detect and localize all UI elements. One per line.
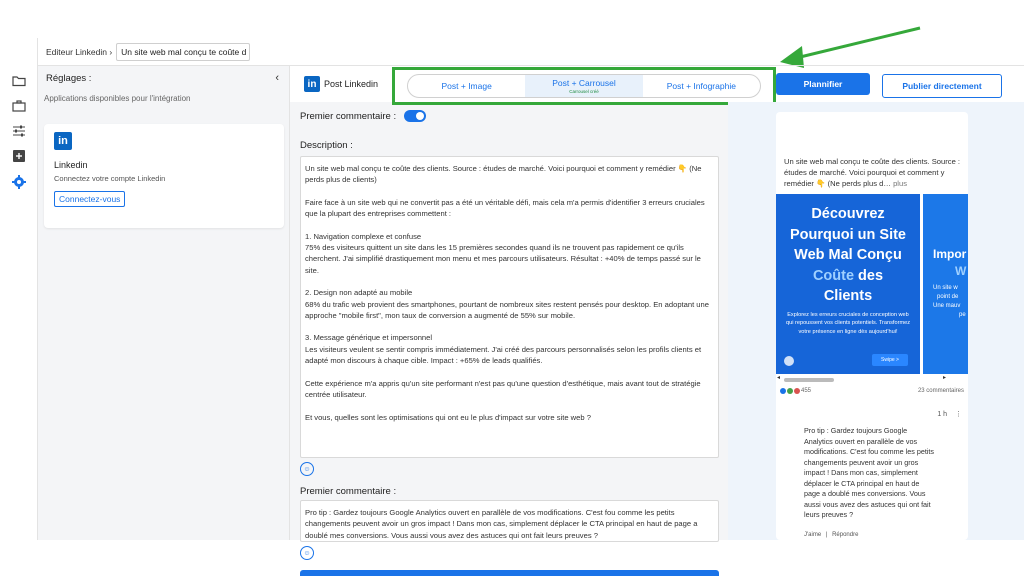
scroll-right-icon[interactable]: ▸ <box>943 374 946 381</box>
slide-heading: Pourquoi un Site <box>790 226 906 243</box>
description-paragraph: Faire face à un site web qui ne converti… <box>305 197 705 219</box>
slide-heading-accent: W <box>955 264 967 278</box>
briefcase-icon[interactable] <box>11 98 27 114</box>
premier-commentaire-toggle[interactable] <box>404 110 427 122</box>
slide-heading: Web Mal Conçu <box>794 247 902 263</box>
comment-time: 1 h <box>937 411 948 418</box>
app-frame: Editeur Linkedin › Un site web mal conçu… <box>0 38 1024 576</box>
editor-panel: Premier commentaire : Description : Un s… <box>290 102 728 576</box>
premier-commentaire-textarea[interactable]: Pro tip : Gardez toujours Google Analyti… <box>300 500 719 542</box>
tab-post-infographie[interactable]: Post + Infographie <box>643 75 760 97</box>
carousel-slide-2[interactable]: Impor W Un site w point de Une mauv pe <box>923 194 968 374</box>
reactions-summary[interactable]: 455 <box>780 388 811 394</box>
description-paragraph: 1. Navigation complexe et confuse <box>305 231 422 241</box>
description-paragraph: 68% du trafic web provient des smartphon… <box>305 299 709 321</box>
icon-rail <box>0 38 38 540</box>
reply-link[interactable]: Répondre <box>832 532 858 538</box>
first-comment-preview: Pro tip : Gardez toujours Google Analyti… <box>804 426 934 519</box>
post-type-tabs: Post + Image Post + Carrousel Carrousel … <box>407 74 761 98</box>
settings-header: Réglages : ‹ <box>38 66 289 90</box>
see-more-link[interactable]: plus <box>893 179 907 188</box>
tab-label: Post + Image <box>441 81 492 91</box>
description-paragraph: 3. Message générique et impersonnel <box>305 333 433 343</box>
slide-body-line: pe <box>959 312 966 318</box>
top-bar: Editeur Linkedin › Un site web mal conçu… <box>38 38 1024 66</box>
reactions-row: 455 23 commentaires <box>780 388 964 394</box>
love-reaction-icon <box>794 388 800 394</box>
comment-menu-icon[interactable]: ⋮ <box>955 411 962 418</box>
platform-label: Post Linkedin <box>324 79 379 89</box>
add-box-icon[interactable] <box>11 148 27 164</box>
comments-count[interactable]: 23 commentaires <box>918 388 964 394</box>
integration-name: Linkedin <box>54 160 88 170</box>
premier-commentaire-toggle-label: Premier commentaire : <box>300 110 397 122</box>
preview-text: Un site web mal conçu te coûte des clien… <box>784 156 964 189</box>
post-preview-panel: Un site web mal conçu te coûte des clien… <box>728 102 1024 540</box>
tab-post-image[interactable]: Post + Image <box>408 75 525 97</box>
slide-body-line: Une mauv <box>933 303 961 309</box>
tab-sublabel: Carrousel créé <box>569 89 599 94</box>
premier-commentaire-row: Premier commentaire : <box>300 110 427 122</box>
carousel-scrollbar[interactable]: ◂ ▸ <box>776 374 968 384</box>
emoji-picker-icon[interactable]: ☺ <box>300 546 314 560</box>
preview-text-body: Un site web mal conçu te coûte des clien… <box>784 157 961 188</box>
slide-body-line: Un site w <box>933 285 958 291</box>
gear-icon[interactable] <box>11 174 27 190</box>
post-type-highlight-box: Post + Image Post + Carrousel Carrousel … <box>392 67 776 105</box>
slide-heading: Découvrez <box>811 206 885 222</box>
linkedin-logo-icon: in <box>54 132 72 150</box>
linkedin-logo-icon: in <box>304 76 320 92</box>
comment-actions: J'aime | Répondre <box>804 532 858 538</box>
scrollbar-thumb[interactable] <box>784 378 834 382</box>
carousel-slide-1[interactable]: Découvrez Pourquoi un Site Web Mal Conçu… <box>776 194 920 374</box>
slide-heading: des <box>854 267 884 284</box>
separator: | <box>825 532 828 538</box>
tab-post-carrousel[interactable]: Post + Carrousel Carrousel créé <box>525 75 643 97</box>
linkedin-post-preview: Un site web mal conçu te coûte des clien… <box>776 112 968 540</box>
linkedin-integration-card: in Linkedin Connectez votre compte Linke… <box>44 124 284 228</box>
slide-body: Un site w point de Une mauv pe <box>933 284 966 320</box>
breadcrumb[interactable]: Editeur Linkedin › <box>46 47 112 57</box>
slide-heading-accent: Coûte <box>812 267 855 284</box>
description-paragraph: Et vous, quelles sont les optimisations … <box>305 412 591 422</box>
post-title-input[interactable]: Un site web mal conçu te coûte d <box>116 42 251 61</box>
comment-meta: 1 h ⋮ <box>937 410 962 418</box>
slide-body: Explorez les erreurs cruciales de concep… <box>785 311 911 335</box>
author-avatar <box>784 356 794 366</box>
tab-label: Post + Carrousel <box>552 78 616 88</box>
description-paragraph: Cette expérience m'a appris qu'un site p… <box>305 378 701 400</box>
tab-label: Post + Infographie <box>666 81 736 91</box>
description-textarea[interactable]: Un site web mal conçu te coûte des clien… <box>300 156 719 458</box>
connect-button[interactable]: Connectez-vous <box>54 191 126 207</box>
like-reaction-icon <box>780 388 786 394</box>
reaction-count: 455 <box>801 388 812 394</box>
slide-heading: Clients <box>823 288 873 304</box>
like-link[interactable]: J'aime <box>804 532 821 538</box>
settings-title: Réglages : <box>46 72 92 84</box>
description-paragraph: Un site web mal conçu te coûte des clien… <box>305 164 702 185</box>
description-paragraph: 75% des visiteurs quittent un site dans … <box>305 243 701 275</box>
celebrate-reaction-icon <box>787 388 793 394</box>
description-paragraph: Les visiteurs veulent se sentir compris … <box>305 344 702 366</box>
scroll-left-icon[interactable]: ◂ <box>777 374 780 381</box>
collapse-chevron-icon[interactable]: ‹ <box>275 72 279 84</box>
publish-button[interactable]: Publier directement <box>882 74 1002 98</box>
slide-body-line: point de <box>937 294 959 300</box>
generate-button[interactable] <box>300 570 719 576</box>
settings-panel: Réglages : ‹ Applications disponibles po… <box>38 66 290 540</box>
premier-commentaire-label: Premier commentaire : <box>300 486 397 497</box>
slide-next-button[interactable]: Swipe > <box>872 354 908 366</box>
sliders-icon[interactable] <box>11 123 27 139</box>
folder-icon[interactable] <box>11 73 27 89</box>
emoji-picker-icon[interactable]: ☺ <box>300 462 314 476</box>
integration-description: Connectez votre compte Linkedin <box>54 174 166 183</box>
slide-heading: Impor W <box>933 246 966 280</box>
description-paragraph: 2. Design non adapté au mobile <box>305 288 413 298</box>
slide-heading-text: Impor <box>933 247 967 261</box>
settings-subtitle: Applications disponibles pour l'intégrat… <box>44 94 191 103</box>
description-label: Description : <box>300 140 353 151</box>
plan-button[interactable]: Plannifier <box>776 73 870 95</box>
